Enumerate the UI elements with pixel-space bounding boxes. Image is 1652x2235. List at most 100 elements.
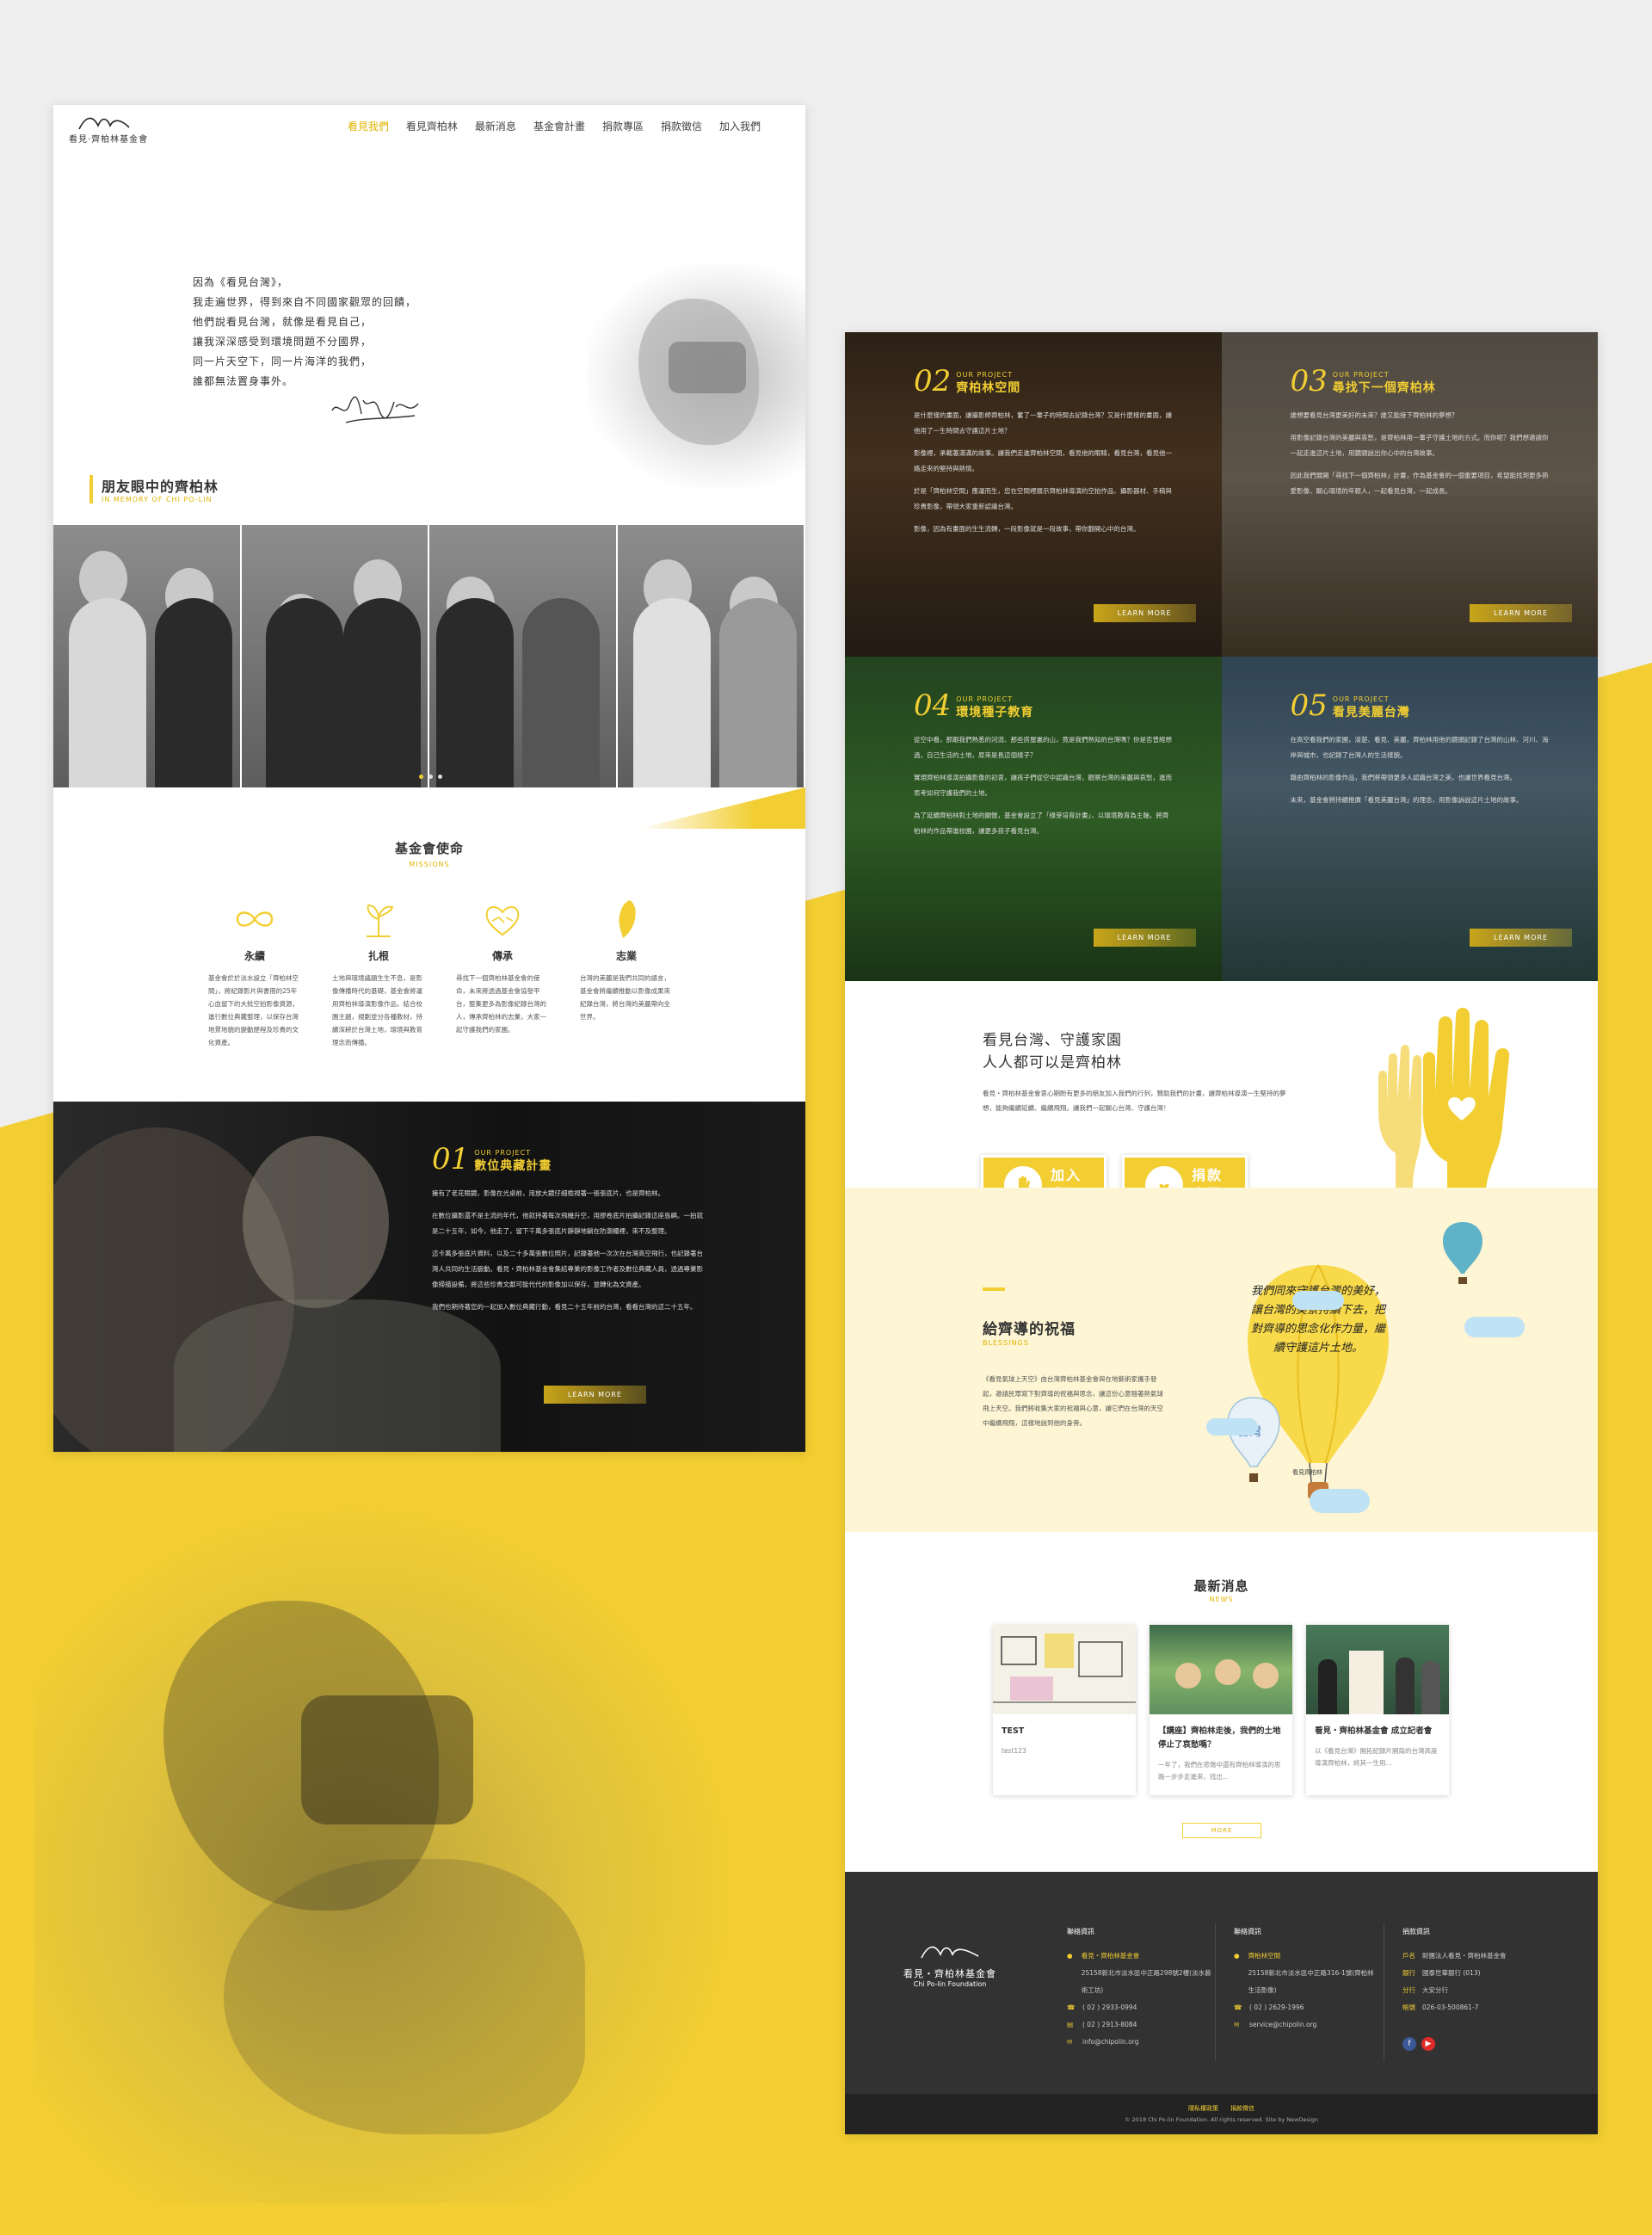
footer-col-title: 捐款資訊 xyxy=(1402,1928,1430,1936)
footer-contact-foundation: 聯絡資訊 ● 看見・齊柏林基金會 25158新北市淡水區中正路298號2樓(淡水藝術… xyxy=(1067,1923,1213,2051)
location-pin-icon: ● xyxy=(1067,1952,1073,1960)
news-card-title: 【講座】齊柏林走後，我們的土地停止了哀愁嗎？ xyxy=(1158,1726,1281,1750)
learn-more-button[interactable]: LEARN MORE xyxy=(544,1386,646,1404)
news-card-image xyxy=(1306,1625,1449,1714)
learn-more-button[interactable]: LEARN MORE xyxy=(1470,604,1572,622)
learn-more-button[interactable]: LEARN MORE xyxy=(1093,929,1196,947)
project-paragraph: 是什麼樣的畫面，讓攝影師齊柏林，奮了一輩子的時間去記錄台灣？又是什麼樣的畫面，讓… xyxy=(914,411,1172,435)
project-paragraph: 因此我們展開「尋找下一個齊柏林」計畫，作為基金會的一個重要項目，希望能找到更多熱… xyxy=(1290,472,1549,495)
news-subtitle: NEWS xyxy=(1209,1596,1234,1603)
footer-logo[interactable]: 看見・齊柏林基金會 Chi Po-lin Foundation xyxy=(903,1941,996,1988)
logo-mark-icon[interactable] xyxy=(77,112,131,131)
nav-item-donate[interactable]: 捐款專區 xyxy=(602,119,644,133)
logo-text[interactable]: 看見·齊柏林基金會 xyxy=(69,132,148,145)
nav-item-projects[interactable]: 基金會計畫 xyxy=(533,119,585,133)
support-heading-line: 看見台灣、守護家園 xyxy=(983,1032,1122,1049)
blessing-body: 《看見氣球上天空》由台灣齊柏林基金會與在地藝術家攜手發起，邀請民眾寫下對齊導的祝… xyxy=(983,1375,1163,1427)
project-paragraph: 在數位攝影還不是主流的年代，他就持著每次飛機升空，用膠卷底片拍攝記錄這座島嶼。一… xyxy=(432,1212,703,1235)
friends-photo-carousel[interactable] xyxy=(53,525,805,787)
project-name: 尋找下一個齊柏林 xyxy=(1332,381,1436,395)
mission-desc: 台灣的美麗是我們共同的語言，基金會將繼續推動以影像成果來紀錄台灣，將台灣的美麗帶… xyxy=(580,974,670,1021)
handwritten-signature xyxy=(331,396,419,423)
footer-links[interactable]: 隱私權政策 捐款徵信 xyxy=(845,2094,1598,2113)
donation-key: 戶名 xyxy=(1402,1952,1415,1960)
nav-item-chipolin[interactable]: 看見齊柏林 xyxy=(406,119,458,133)
news-card-image xyxy=(993,1625,1136,1714)
footer-email[interactable]: info@chipolin.org xyxy=(1082,2034,1138,2051)
project-name: 齊柏林空間 xyxy=(956,381,1021,395)
missions-title: 基金會使命 xyxy=(394,841,464,856)
mission-desc: 尋找下一個齊柏林基金會的使命，未來將透過基金會協發平台，整集更多為影像紀錄台灣的… xyxy=(456,974,546,1034)
project-tile: 02 OUR PROJECT 齊柏林空間 是什麼樣的畫面，讓攝影師齊柏林，奮了一… xyxy=(845,332,1222,657)
hero-section: 因為《看見台灣》， 我走遍世界，得到來自不同國家觀眾的回饋， 他們說看見台灣，就… xyxy=(53,152,805,488)
project-name: 看見美麗台灣 xyxy=(1332,706,1410,719)
homepage-mockup-left: 看見·齊柏林基金會 看見我們 看見齊柏林 最新消息 基金會計畫 捐款專區 捐款徵… xyxy=(53,105,805,1452)
nav-item-news[interactable]: 最新消息 xyxy=(475,119,516,133)
carousel-photo xyxy=(53,525,242,787)
project-body: 從空中看，那跟我們熟悉的河流、那些房屋裏的山，竟是我們熟知的台灣嗎？你是否曾經想… xyxy=(914,732,1172,839)
project-paragraph: 藉由齊柏林的影像作品，我們將帶領更多人認識台灣之美，也讓世界看見台灣。 xyxy=(1290,774,1517,781)
cloud xyxy=(1310,1489,1370,1513)
small-white-balloon-icon: 台灣 xyxy=(1227,1397,1280,1482)
news-cards: TEST test123 【講座】齊柏林走後，我們的土地停止了哀愁嗎？ 一年了，… xyxy=(993,1625,1449,1795)
memory-subtitle: IN MEMORY OF CHI PO-LIN xyxy=(102,496,213,503)
support-heading-line: 人人都可以是齊柏林 xyxy=(983,1054,1122,1071)
footer-org: 齊柏林空間 xyxy=(1248,1952,1281,1960)
news-card[interactable]: 看見・齊柏林基金會 成立記者會 以《看見台灣》開拓紀錄片開局的台灣高度導演齊柏林… xyxy=(1306,1625,1449,1795)
fax-icon: ▤ xyxy=(1067,2021,1074,2028)
carousel-dots[interactable] xyxy=(419,775,442,779)
carousel-photo xyxy=(429,525,618,787)
footer-address: 25158新北市淡水區中正路316-1號(齊柏林生活影像) xyxy=(1248,1969,1374,1994)
project-paragraph: 這卡萬多張底片資料，以及二十多萬張數位照片，記錄著他一次次在台灣高空飛行，也記錄… xyxy=(432,1250,703,1288)
footer-fax: ( 02 ) 2913-8084 xyxy=(1082,2021,1137,2028)
project-body: 擁有了老花眼鏡，影像在光桌前，用放大鏡仔細檢視著一張張底片，也是齊柏林。 在數位… xyxy=(432,1186,707,1315)
facebook-icon[interactable]: f xyxy=(1402,2037,1416,2051)
news-card-image xyxy=(1150,1625,1292,1714)
hero-photographer-sketch xyxy=(587,264,805,488)
carousel-photo xyxy=(241,525,429,787)
nav-item-join[interactable]: 加入我們 xyxy=(719,119,761,133)
blessings-section: 給齊導的祝福 BLESSINGS 《看見氣球上天空》由台灣齊柏林基金會與在地藝術… xyxy=(845,1188,1598,1532)
project-number: 05 xyxy=(1290,688,1328,723)
youtube-icon[interactable]: ▶ xyxy=(1421,2037,1435,2051)
footer-email[interactable]: service@chipolin.org xyxy=(1249,2016,1316,2034)
footer-logo-en: Chi Po-lin Foundation xyxy=(913,1980,987,1988)
donation-value: 大安分行 xyxy=(1422,1986,1448,1994)
project-tile: 03 OUR PROJECT 尋找下一個齊柏林 誰想要看見台灣更美好的未來？誰又… xyxy=(1221,332,1598,657)
learn-more-button[interactable]: LEARN MORE xyxy=(1470,929,1572,947)
nav-item-about[interactable]: 看見我們 xyxy=(348,119,389,133)
footer-copyright: © 2018 Chi Po-lin Foundation. All rights… xyxy=(1125,2116,1318,2123)
news-section: 最新消息 NEWS TEST test123 【講座】齊柏林走後，我們的土地停止… xyxy=(845,1532,1598,1872)
project-name: 環境種子教育 xyxy=(956,706,1034,719)
small-blue-balloon-icon xyxy=(1442,1222,1483,1284)
news-card-desc: 以《看見台灣》開拓紀錄片開局的台灣高度導演齊柏林，終其一生用... xyxy=(1315,1747,1438,1767)
project-name: 數位典藏計畫 xyxy=(474,1159,552,1173)
cloud xyxy=(1292,1291,1344,1310)
news-card[interactable]: TEST test123 xyxy=(993,1625,1136,1795)
footer-donation-info: 捐款資訊 戶名 財團法人看見・齊柏林基金會 銀行 國泰世華銀行 (013) 分行 大安… xyxy=(1402,1923,1575,2016)
nav-item-donation-record[interactable]: 捐款徵信 xyxy=(661,119,702,133)
news-card-desc: 一年了，我們在悲傷中還有齊柏林導演的思路一步步走進來，找出... xyxy=(1158,1761,1281,1781)
footer-logo-cn: 看見・齊柏林基金會 xyxy=(903,1968,996,1979)
donation-key: 分行 xyxy=(1402,1986,1415,1994)
project-paragraph: 未來，基金會將持續推廣「看見美麗台灣」的理念，用影像訴說這片土地的故事。 xyxy=(1290,796,1523,804)
footer-social-links: f ▶ xyxy=(1402,2037,1435,2051)
project-paragraph: 影像裡，承載著滿滿的故事。讓我們走進齊柏林空間，看見他的眼睛，看見台灣，看見他一… xyxy=(914,449,1172,472)
footer-address: 25158新北市淡水區中正路298號2樓(淡水藝術工坊) xyxy=(1081,1969,1211,1994)
taiwan-icon xyxy=(619,900,636,938)
footer-phone[interactable]: ( 02 ) 2629-1996 xyxy=(1249,1999,1304,2016)
footer-divider xyxy=(1215,1923,1216,2061)
news-more-button[interactable]: MORE xyxy=(1182,1823,1261,1838)
news-card-desc: test123 xyxy=(1002,1747,1026,1755)
learn-more-button[interactable]: LEARN MORE xyxy=(1093,604,1196,622)
news-card[interactable]: 【講座】齊柏林走後，我們的土地停止了哀愁嗎？ 一年了，我們在悲傷中還有齊柏林導演… xyxy=(1150,1625,1292,1795)
heart-hands-icon xyxy=(485,906,520,936)
project-body: 誰想要看見台灣更美好的未來？誰又能接下齊柏林的夢想？ 用影像記錄台灣的美麗與哀愁… xyxy=(1291,408,1549,499)
mail-icon: ✉ xyxy=(1234,2021,1240,2028)
project-paragraph: 為了延續齊柏林對土地的關懷，基金會設立了「綠芽培育計畫」，以環境教育為主軸，將齊… xyxy=(914,812,1169,835)
quote-line: 因為《看見台灣》， xyxy=(193,276,289,288)
project-tile: 05 OUR PROJECT 看見美麗台灣 在高空看我們的家園，清楚、看見、美麗… xyxy=(1221,657,1598,981)
footer-col-title: 聯絡資訊 xyxy=(1067,1928,1094,1936)
footer-phone[interactable]: ( 02 ) 2933-0994 xyxy=(1082,1999,1137,2016)
donation-key: 銀行 xyxy=(1402,1969,1415,1977)
